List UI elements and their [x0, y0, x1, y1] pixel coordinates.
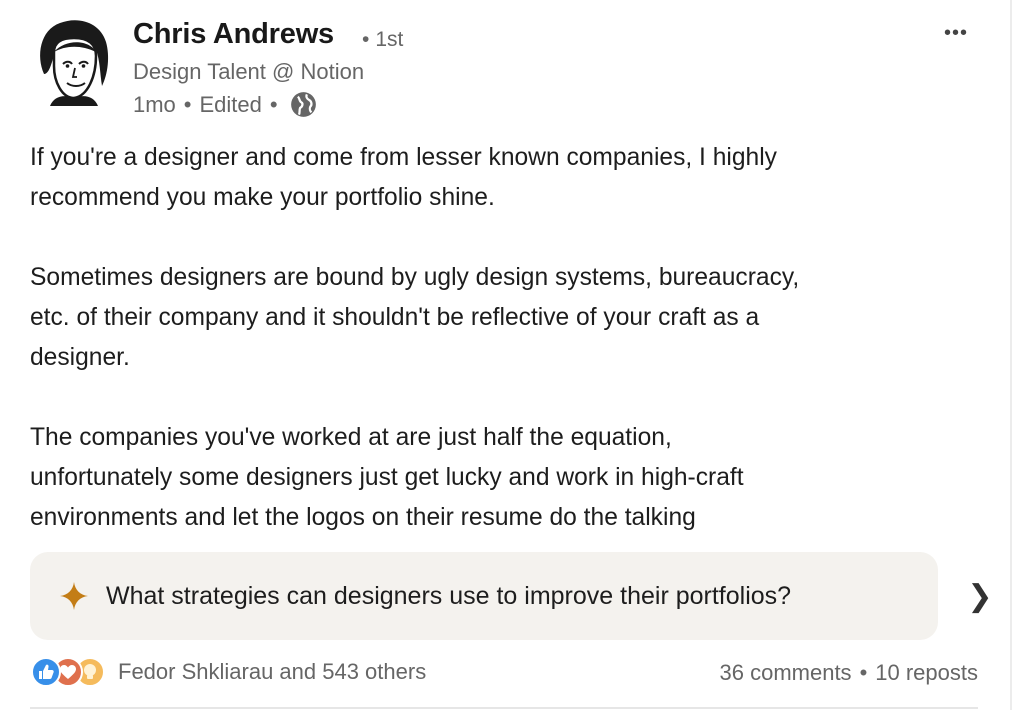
ellipsis-icon: ••• — [943, 21, 968, 44]
like-icon — [31, 657, 61, 687]
reactions-summary[interactable]: Fedor Shkliarau and 543 others — [30, 656, 426, 688]
stats-separator: • — [859, 660, 868, 685]
reaction-icons — [30, 656, 110, 688]
more-options-button[interactable]: ••• — [934, 18, 978, 48]
degree-label: 1st — [375, 28, 404, 51]
author-name[interactable]: Chris Andrews — [133, 18, 334, 51]
globe-icon — [290, 92, 316, 117]
meta-separator: • — [269, 91, 278, 117]
divider — [30, 707, 978, 709]
post-time: 1mo — [133, 91, 176, 117]
avatar[interactable] — [30, 16, 116, 106]
ai-question-text: What strategies can designers use to imp… — [106, 581, 792, 610]
author-headline: Design Talent @ Notion — [133, 59, 365, 84]
post-body: If you're a designer and come from lesse… — [30, 144, 800, 531]
reposts-count[interactable]: 10 reposts — [875, 660, 978, 686]
degree-separator: • — [362, 28, 370, 51]
post-stats: 36 comments • 10 reposts — [720, 660, 979, 686]
connection-degree: • 1st — [362, 28, 403, 52]
chevron-right-icon[interactable]: ❯ — [966, 576, 994, 616]
sparkle-icon — [60, 582, 88, 610]
post-meta: 1mo • Edited • — [133, 91, 317, 118]
comments-count[interactable]: 36 comments — [720, 660, 852, 686]
meta-separator: • — [183, 91, 192, 117]
edited-label: Edited — [199, 91, 262, 117]
avatar-illustration — [40, 20, 109, 106]
reactions-text: Fedor Shkliarau and 543 others — [118, 659, 427, 684]
ai-suggested-question[interactable]: What strategies can designers use to imp… — [30, 552, 938, 640]
